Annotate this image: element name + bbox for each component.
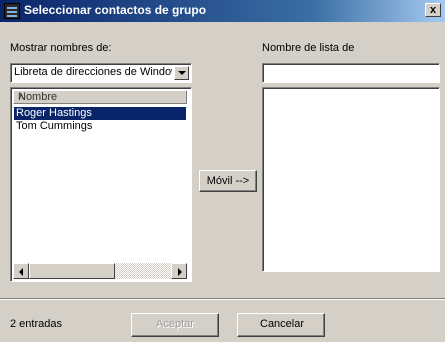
cancel-button[interactable]: Cancelar [237,313,325,337]
app-icon [4,3,20,19]
selected-members-list[interactable] [262,87,440,272]
combo-value: Libreta de direcciones de Windows [14,66,172,78]
title-bar[interactable]: Seleccionar contactos de grupo x [0,0,445,22]
list-name-input[interactable] [262,63,440,83]
close-button[interactable]: x [425,3,441,17]
horizontal-scrollbar[interactable] [13,263,187,279]
show-names-label: Mostrar nombres de: [10,42,112,54]
list-item[interactable]: Roger Hastings [14,107,186,120]
column-header-name[interactable]: Nombre ∧ [13,90,187,104]
list-item[interactable]: Tom Cummings [14,120,186,133]
scrollbar-thumb[interactable] [29,263,115,279]
scroll-right-button[interactable] [171,263,187,279]
list-name-label: Nombre de lista de [262,42,355,54]
window-title: Seleccionar contactos de grupo [24,3,207,17]
contacts-list[interactable]: Nombre ∧ Roger Hastings Tom Cummings [10,87,192,282]
sort-ascending-icon: ∧ [18,91,25,101]
scroll-left-button[interactable] [13,263,29,279]
address-book-combo[interactable]: Libreta de direcciones de Windows [10,63,192,83]
status-text: 2 entradas [10,318,62,330]
divider [0,298,445,300]
arrow-right-icon [178,268,182,276]
move-button[interactable]: Móvil --> [199,170,257,192]
chevron-down-icon [178,71,186,75]
combo-dropdown-button[interactable] [174,66,189,80]
accept-button[interactable]: Aceptar [131,313,219,337]
arrow-left-icon [19,268,23,276]
